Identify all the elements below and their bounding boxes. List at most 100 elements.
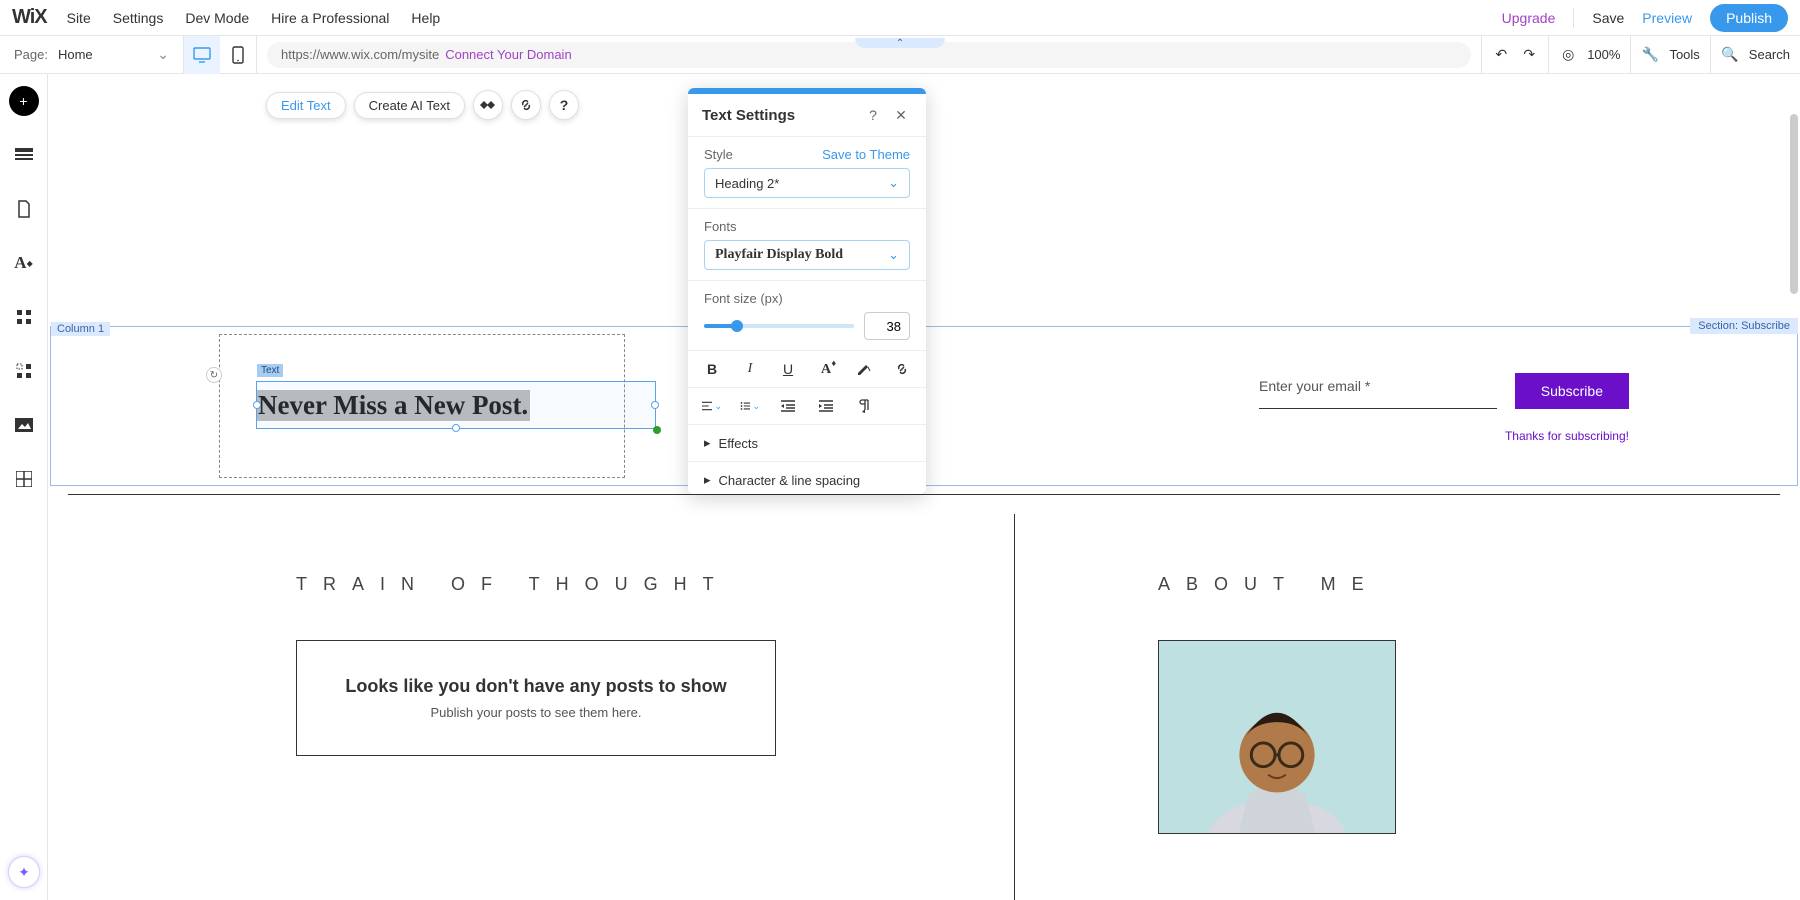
left-tool-panel: + A◆ [0,74,48,900]
avatar-illustration [1159,641,1395,833]
style-value: Heading 2* [715,176,779,191]
desktop-icon [193,47,211,63]
element-context-toolbar: Edit Text Create AI Text ? [266,90,579,120]
align-button[interactable]: ⌄ [702,396,722,416]
menu-help[interactable]: Help [411,10,440,26]
chevron-right-icon: ▸ [704,435,711,451]
panel-close-button[interactable]: ✕ [890,104,912,126]
redo-button[interactable]: ↷ [1520,46,1538,64]
refresh-handle-icon[interactable]: ↻ [206,367,222,383]
tools-group[interactable]: 🔧 Tools [1630,36,1709,73]
fontsize-input[interactable] [864,312,910,340]
italic-button[interactable]: I [740,359,760,379]
save-to-theme-link[interactable]: Save to Theme [822,147,910,162]
panel-help-button[interactable]: ? [862,104,884,126]
email-subscribe-area: Enter your email * Subscribe [1259,373,1629,409]
style-select[interactable]: Heading 2* ⌄ [704,168,910,198]
vertical-scrollbar[interactable] [1788,74,1798,900]
editor-canvas[interactable]: Edit Text Create AI Text ? Text Settings… [48,74,1800,900]
help-button[interactable]: ? [549,90,579,120]
about-me-heading[interactable]: ABOUT ME [1158,574,1380,595]
horizontal-rule [68,494,1780,495]
thanks-message: Thanks for subscribing! [1505,429,1629,443]
chevron-down-icon: ⌄ [888,175,899,191]
no-posts-placeholder[interactable]: Looks like you don't have any posts to s… [296,640,776,756]
wix-logo[interactable]: WiX [12,6,47,29]
cms-icon[interactable] [9,464,39,494]
outdent-button[interactable] [778,396,798,416]
text-link-button[interactable] [892,359,912,379]
column-tag[interactable]: Column 1 [51,322,110,336]
effects-toggle[interactable]: ▸ Effects [688,425,926,462]
media-icon[interactable] [9,410,39,440]
site-url: https://www.wix.com/mysite [281,47,439,62]
right-tools: ↶ ↷ ◎ 100% 🔧 Tools 🔍 Search [1481,36,1800,73]
panel-title: Text Settings [702,107,795,124]
menu-dev-mode[interactable]: Dev Mode [185,10,249,26]
undo-button[interactable]: ↶ [1492,46,1510,64]
indent-button[interactable] [816,396,836,416]
my-business-icon[interactable] [9,356,39,386]
text-theme-icon[interactable]: A◆ [9,248,39,278]
publish-button[interactable]: Publish [1710,4,1788,32]
connect-domain-link[interactable]: Connect Your Domain [445,47,571,62]
add-element-button[interactable]: + [9,86,39,116]
save-button[interactable]: Save [1592,10,1624,26]
slider-thumb[interactable] [731,320,743,332]
underline-button[interactable]: U [778,359,798,379]
no-posts-sub: Publish your posts to see them here. [430,705,641,720]
main-menu: Site Settings Dev Mode Hire a Profession… [67,10,441,26]
bold-button[interactable]: B [702,359,722,379]
mobile-view-button[interactable] [220,36,256,74]
tools-label: Tools [1669,47,1699,62]
text-direction-button[interactable] [854,396,874,416]
chevron-down-icon: ⌄ [157,46,169,63]
highlight-color-button[interactable] [854,359,874,379]
animation-button[interactable] [473,90,503,120]
rotate-handle[interactable] [653,426,661,434]
preview-button[interactable]: Preview [1642,10,1692,26]
edit-text-button[interactable]: Edit Text [266,92,346,119]
zoom-group[interactable]: ◎ 100% [1548,36,1630,73]
wrench-icon: 🔧 [1641,46,1659,64]
subscribe-button[interactable]: Subscribe [1515,373,1629,409]
zoom-icon: ◎ [1559,46,1577,64]
search-group[interactable]: 🔍 Search [1710,36,1800,73]
effects-label: Effects [719,436,759,451]
menu-site[interactable]: Site [67,10,91,26]
char-spacing-toggle[interactable]: ▸ Character & line spacing [688,462,926,494]
fonts-label: Fonts [704,219,737,234]
resize-handle-left[interactable] [253,401,261,409]
selected-text-box[interactable]: Text [256,381,656,429]
text-align-row: ⌄ ⌄ [688,388,926,425]
link-button[interactable] [511,90,541,120]
fontsize-slider[interactable] [704,324,854,328]
resize-handle-bottom[interactable] [452,424,460,432]
menu-settings[interactable]: Settings [113,10,164,26]
menu-hire-pro[interactable]: Hire a Professional [271,10,389,26]
upgrade-link[interactable]: Upgrade [1502,10,1556,26]
input-underline [1259,408,1497,409]
resize-handle-right[interactable] [651,401,659,409]
pages-icon[interactable] [9,194,39,224]
sections-icon[interactable] [9,140,39,170]
section-tag[interactable]: Section: Subscribe [1690,318,1798,334]
text-format-row: B I U A♦ [688,351,926,388]
email-input-field[interactable]: Enter your email * [1259,378,1497,409]
divider [1573,8,1574,28]
app-market-icon[interactable] [9,302,39,332]
profile-image[interactable] [1158,640,1396,834]
text-color-button[interactable]: A♦ [816,359,836,379]
train-of-thought-heading[interactable]: TRAIN OF THOUGHT [296,574,730,595]
scrollbar-thumb[interactable] [1790,114,1798,294]
desktop-view-button[interactable] [184,36,220,74]
style-section: Style Save to Theme Heading 2* ⌄ [688,137,926,209]
font-select[interactable]: Playfair Display Bold ⌄ [704,240,910,270]
text-settings-panel: Text Settings ? ✕ Style Save to Theme He… [688,88,926,494]
ai-assistant-button[interactable]: ✦ [8,856,40,888]
list-button[interactable]: ⌄ [740,396,760,416]
page-selector[interactable]: Page: Home ⌄ [0,36,184,73]
panel-header: Text Settings ? ✕ [688,94,926,137]
top-center-handle[interactable]: ⌃ [855,38,945,48]
create-ai-text-button[interactable]: Create AI Text [354,92,465,119]
